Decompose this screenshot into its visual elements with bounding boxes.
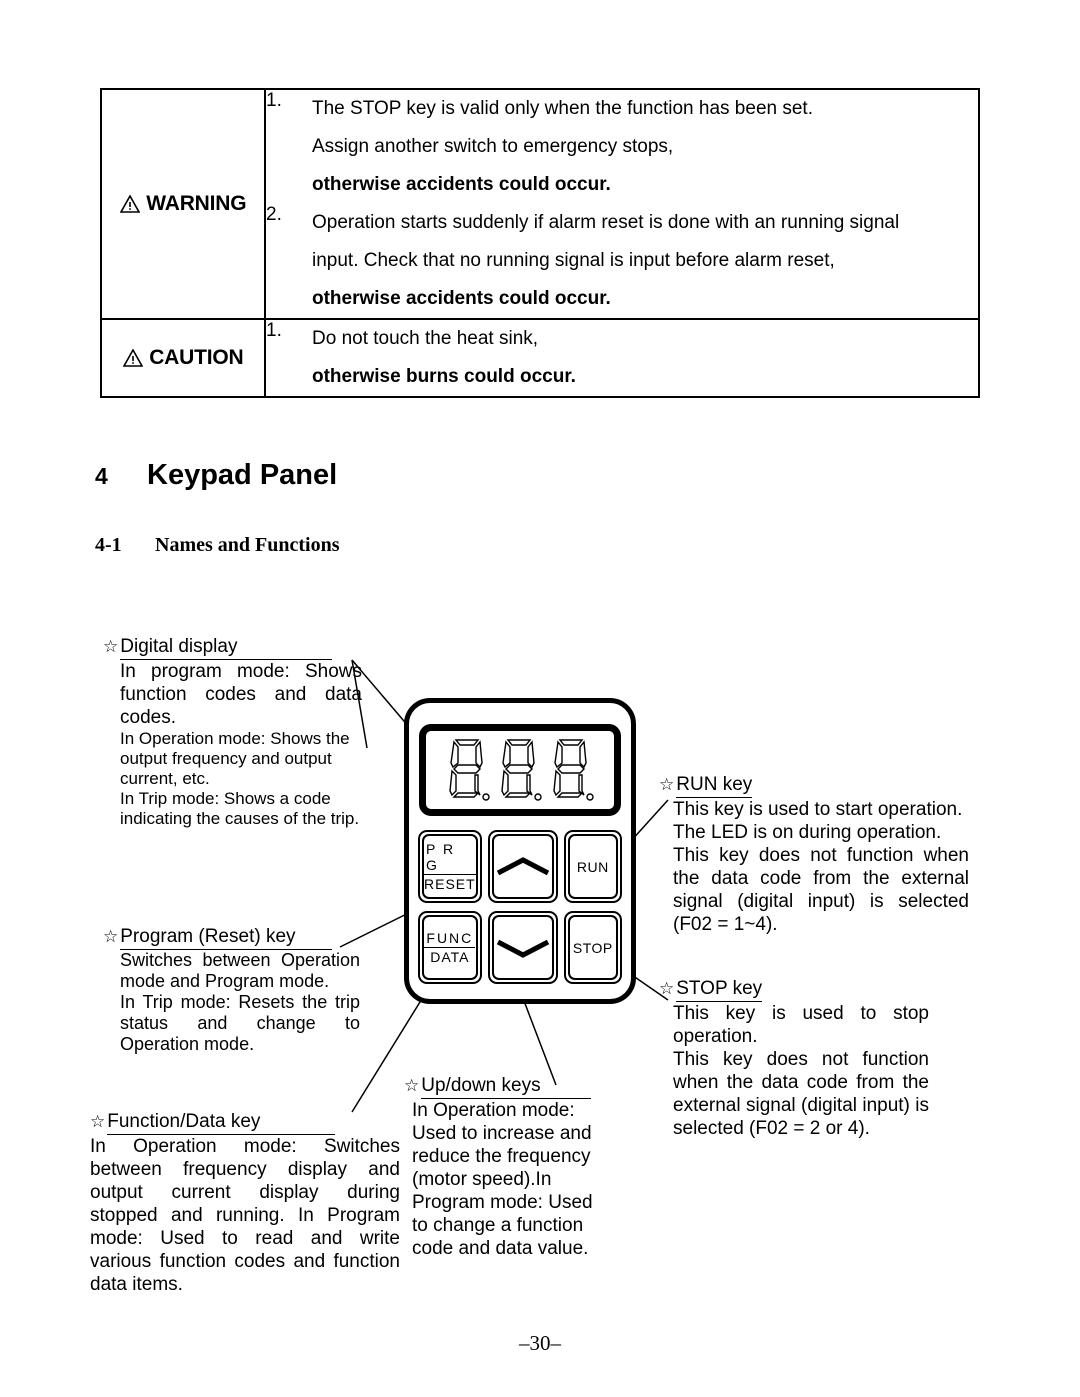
annotation-body: This key is used to stop operation. This… <box>673 1002 929 1140</box>
annotation-run-key: ☆ RUN key This key is used to start opera… <box>659 774 969 936</box>
annotation-title-text: RUN key <box>676 774 753 798</box>
section-number: 4-1 <box>95 534 122 556</box>
section-title: Names and Functions <box>155 534 340 556</box>
caution-list: 1. Do not touch the heat sink, otherwise… <box>266 320 978 396</box>
star-bullet-icon: ☆ <box>90 1112 106 1131</box>
annotation-function-data-key: ☆ Function/Data key In Operation mode: Sw… <box>90 1111 402 1296</box>
caution-sign: CAUTION <box>122 346 244 370</box>
run-label: RUN <box>576 858 609 875</box>
notice-line: Assign another switch to emergency stops… <box>312 136 674 157</box>
chapter-number: 4 <box>95 463 108 489</box>
warning-triangle-icon <box>119 195 140 213</box>
warning-sign: WARNING <box>119 192 247 216</box>
annotation-paragraph: Switches between Operation mode and Prog… <box>120 950 360 991</box>
annotation-title: ☆ Program (Reset) key <box>103 926 365 950</box>
annotation-title-text: Digital display <box>120 636 333 660</box>
annotation-paragraph: This key does not function when the data… <box>673 845 969 935</box>
warning-list: 1. The STOP key is valid only when the f… <box>266 90 978 318</box>
list-number: 2. <box>266 204 282 225</box>
star-bullet-icon: ☆ <box>103 927 119 946</box>
func-label: FUNC <box>424 930 476 948</box>
func-data-key[interactable]: FUNC DATA <box>418 911 482 984</box>
prg-label: P R G <box>424 841 476 875</box>
caution-label-cell: CAUTION <box>100 318 266 398</box>
table-row-caution: CAUTION 1. Do not touch the heat sink, o… <box>100 318 980 398</box>
annotation-title: ☆ Digital display <box>103 636 365 660</box>
chapter-heading: 4 Keypad Panel <box>95 459 337 492</box>
annotation-title-text: Program (Reset) key <box>120 926 333 950</box>
star-bullet-icon: ☆ <box>404 1076 420 1095</box>
annotation-paragraph: This key does not function when the data… <box>673 1049 929 1139</box>
list-item: 1. The STOP key is valid only when the f… <box>266 90 978 204</box>
down-key[interactable] <box>487 911 558 984</box>
digital-display <box>419 724 621 816</box>
annotation-title: ☆ RUN key <box>659 774 969 798</box>
annotation-title: ☆ Up/down keys <box>404 1075 616 1099</box>
annotation-body-small: In Operation mode: Shows the output freq… <box>120 729 366 829</box>
list-number: 1. <box>266 320 282 341</box>
seven-segment-digit <box>445 737 491 803</box>
list-item: 2. Operation starts suddenly if alarm re… <box>266 204 978 318</box>
data-label: DATA <box>430 949 470 965</box>
list-item: 1. Do not touch the heat sink, otherwise… <box>266 320 978 396</box>
notice-line-bold: otherwise accidents could occur. <box>312 288 611 309</box>
annotation-title-text: Function/Data key <box>107 1111 336 1135</box>
annotation-paragraph: This key is used to start operation. <box>673 799 963 820</box>
warning-label-cell: WARNING <box>100 88 266 320</box>
annotation-paragraph: In program mode: Shows function codes an… <box>120 661 362 728</box>
seven-segment-digit <box>497 737 543 803</box>
annotation-paragraph: In Operation mode: Used to increase and … <box>412 1100 593 1259</box>
chapter-title: Keypad Panel <box>147 459 338 491</box>
annotation-title: ☆ STOP key <box>659 978 929 1002</box>
up-key[interactable] <box>487 830 558 903</box>
notice-line-bold: otherwise burns could occur. <box>312 366 576 387</box>
annotation-body: In program mode: Shows function codes an… <box>120 660 362 729</box>
run-key[interactable]: RUN <box>563 830 622 903</box>
star-bullet-icon: ☆ <box>103 637 119 656</box>
warning-body-cell: 1. The STOP key is valid only when the f… <box>264 88 980 320</box>
seven-segment-digit <box>549 737 595 803</box>
annotation-title-text: STOP key <box>676 978 763 1002</box>
annotation-digital-display: ☆ Digital display In program mode: Shows … <box>103 636 365 829</box>
caution-body-cell: 1. Do not touch the heat sink, otherwise… <box>264 318 980 398</box>
caution-label-text: CAUTION <box>149 346 244 369</box>
annotation-body: This key is used to start operation. The… <box>673 798 969 936</box>
notice-line: The STOP key is valid only when the func… <box>312 98 813 119</box>
annotation-program-reset-key: ☆ Program (Reset) key Switches between Op… <box>103 926 365 1055</box>
notice-line: input. Check that no running signal is i… <box>312 250 835 271</box>
annotation-paragraph: This key is used to stop operation. <box>673 1003 929 1047</box>
notice-line-bold: otherwise accidents could occur. <box>312 174 611 195</box>
notice-line: Operation starts suddenly if alarm reset… <box>312 212 900 233</box>
chevron-down-icon <box>494 937 552 959</box>
section-heading: 4-1 Names and Functions <box>95 534 339 557</box>
annotation-paragraph: In Trip mode: Shows a code indicating th… <box>120 789 360 828</box>
stop-label: STOP <box>572 939 613 956</box>
annotation-paragraph: In Operation mode: Shows the output freq… <box>120 729 350 788</box>
annotation-body: In Operation mode: Used to increase and … <box>412 1099 612 1260</box>
annotation-up-down-keys: ☆ Up/down keys In Operation mode: Used to… <box>404 1075 616 1260</box>
annotation-title-text: Up/down keys <box>421 1075 592 1099</box>
safety-notice-table: WARNING 1. The STOP key is valid only wh… <box>100 88 980 398</box>
annotation-paragraph: In Operation mode: Switches between freq… <box>90 1136 400 1295</box>
warning-label-text: WARNING <box>146 192 247 215</box>
annotation-body: In Operation mode: Switches between freq… <box>90 1135 400 1296</box>
list-number: 1. <box>266 90 282 111</box>
prg-reset-key[interactable]: P R G RESET <box>418 830 482 903</box>
stop-key[interactable]: STOP <box>563 911 622 984</box>
page-number: –30– <box>519 1331 561 1355</box>
star-bullet-icon: ☆ <box>659 775 675 794</box>
annotation-body: Switches between Operation mode and Prog… <box>120 950 360 1055</box>
table-row-warning: WARNING 1. The STOP key is valid only wh… <box>100 88 980 320</box>
annotation-paragraph: In Trip mode: Resets the trip status and… <box>120 992 360 1054</box>
annotation-stop-key: ☆ STOP key This key is used to stop opera… <box>659 978 929 1140</box>
keypad-keys: P R G RESET RUN FUNC DATA STOP <box>418 830 622 984</box>
annotation-paragraph: The LED is on during operation. <box>673 822 942 843</box>
warning-triangle-icon <box>122 349 143 367</box>
notice-line: Do not touch the heat sink, <box>312 328 539 349</box>
annotation-title: ☆ Function/Data key <box>90 1111 402 1135</box>
reset-label: RESET <box>424 876 476 892</box>
chevron-up-icon <box>494 856 552 878</box>
star-bullet-icon: ☆ <box>659 979 675 998</box>
keypad-panel-diagram: P R G RESET RUN FUNC DATA STOP <box>404 698 636 1004</box>
